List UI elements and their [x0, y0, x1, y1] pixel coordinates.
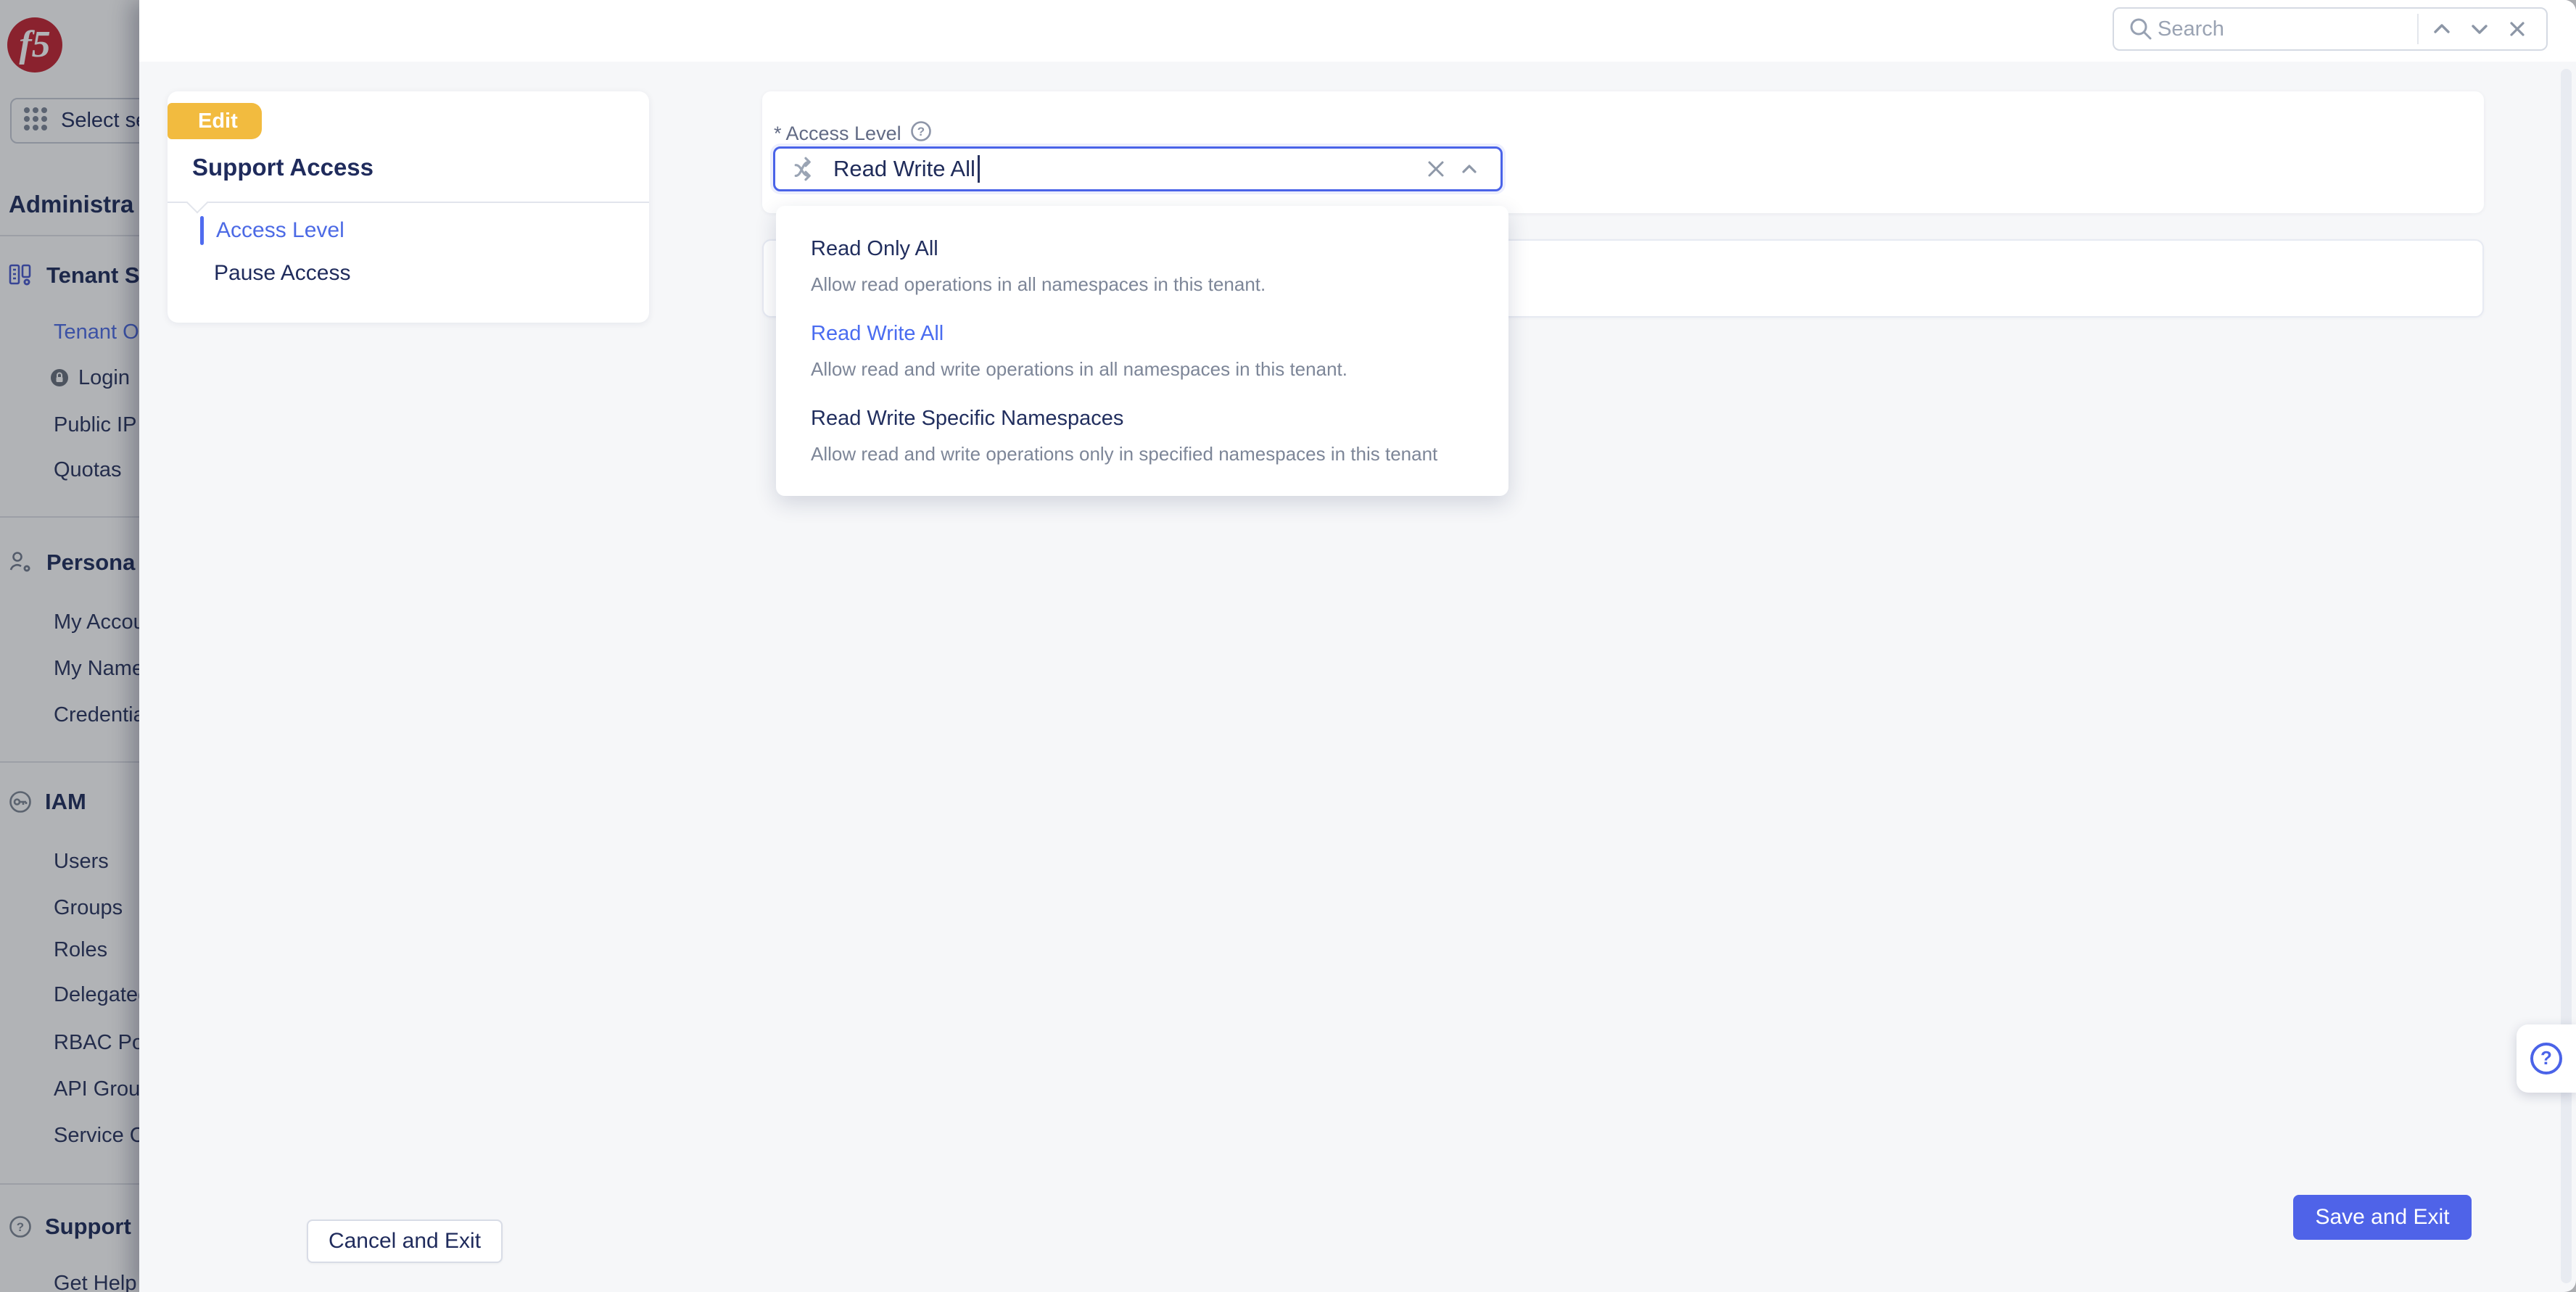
support-access-panel: Edit Support Access Access Level Pause A… [139, 0, 2576, 1292]
option-description: Allow read operations in all namespaces … [811, 273, 1266, 295]
dropdown-option-read-write-specific-namespaces[interactable]: Read Write Specific Namespaces Allow rea… [811, 406, 1474, 465]
text-cursor [977, 155, 980, 183]
search-icon [2124, 10, 2158, 48]
access-level-dropdown: Read Only All Allow read operations in a… [776, 206, 1508, 496]
collapse-notch [186, 191, 209, 214]
find-previous-button[interactable] [2423, 10, 2461, 48]
active-step-indicator [200, 216, 204, 245]
wizard-nav-card: Edit Support Access Access Level Pause A… [168, 91, 649, 323]
help-circle-icon[interactable]: ? [910, 120, 932, 147]
edit-mode-badge: Edit [168, 103, 262, 139]
access-level-combobox[interactable]: Read Write All [773, 146, 1503, 191]
access-level-form-card: * Access Level ? Read Write All [762, 91, 2484, 213]
panel-title: Support Access [192, 154, 374, 181]
combobox-value: Read Write All [833, 156, 975, 181]
find-close-button[interactable] [2498, 10, 2536, 48]
access-level-label: * Access Level ? [774, 120, 932, 147]
access-level-label-text: * Access Level [774, 123, 901, 144]
question-circle-icon: ? [2528, 1040, 2564, 1077]
panel-scrollbar[interactable] [2561, 69, 2572, 1283]
option-title: Read Only All [811, 237, 938, 260]
help-button[interactable]: ? [2517, 1024, 2576, 1093]
nav-separator [168, 202, 649, 203]
svg-text:?: ? [2540, 1047, 2552, 1069]
find-bar [2113, 7, 2548, 51]
nav-item-pause-access[interactable]: Pause Access [214, 261, 350, 286]
panel-header [139, 0, 2576, 62]
nav-item-access-level[interactable]: Access Level [216, 218, 344, 243]
cancel-and-exit-button[interactable]: Cancel and Exit [307, 1219, 503, 1263]
option-title: Read Write All [811, 322, 944, 345]
findbar-divider [2417, 14, 2419, 44]
dropdown-option-read-write-all[interactable]: Read Write All Allow read and write oper… [811, 321, 1474, 380]
save-and-exit-button[interactable]: Save and Exit [2293, 1195, 2472, 1240]
dropdown-option-read-only-all[interactable]: Read Only All Allow read operations in a… [811, 236, 1474, 295]
option-description: Allow read and write operations only in … [811, 443, 1438, 465]
chevron-up-icon[interactable] [1453, 152, 1486, 186]
search-input[interactable] [2158, 17, 2413, 41]
option-title: Read Write Specific Namespaces [811, 407, 1124, 430]
option-description: Allow read and write operations in all n… [811, 358, 1347, 380]
clear-icon[interactable] [1419, 152, 1453, 186]
svg-text:?: ? [917, 125, 924, 138]
find-next-button[interactable] [2461, 10, 2498, 48]
fork-arrows-icon [793, 155, 820, 183]
